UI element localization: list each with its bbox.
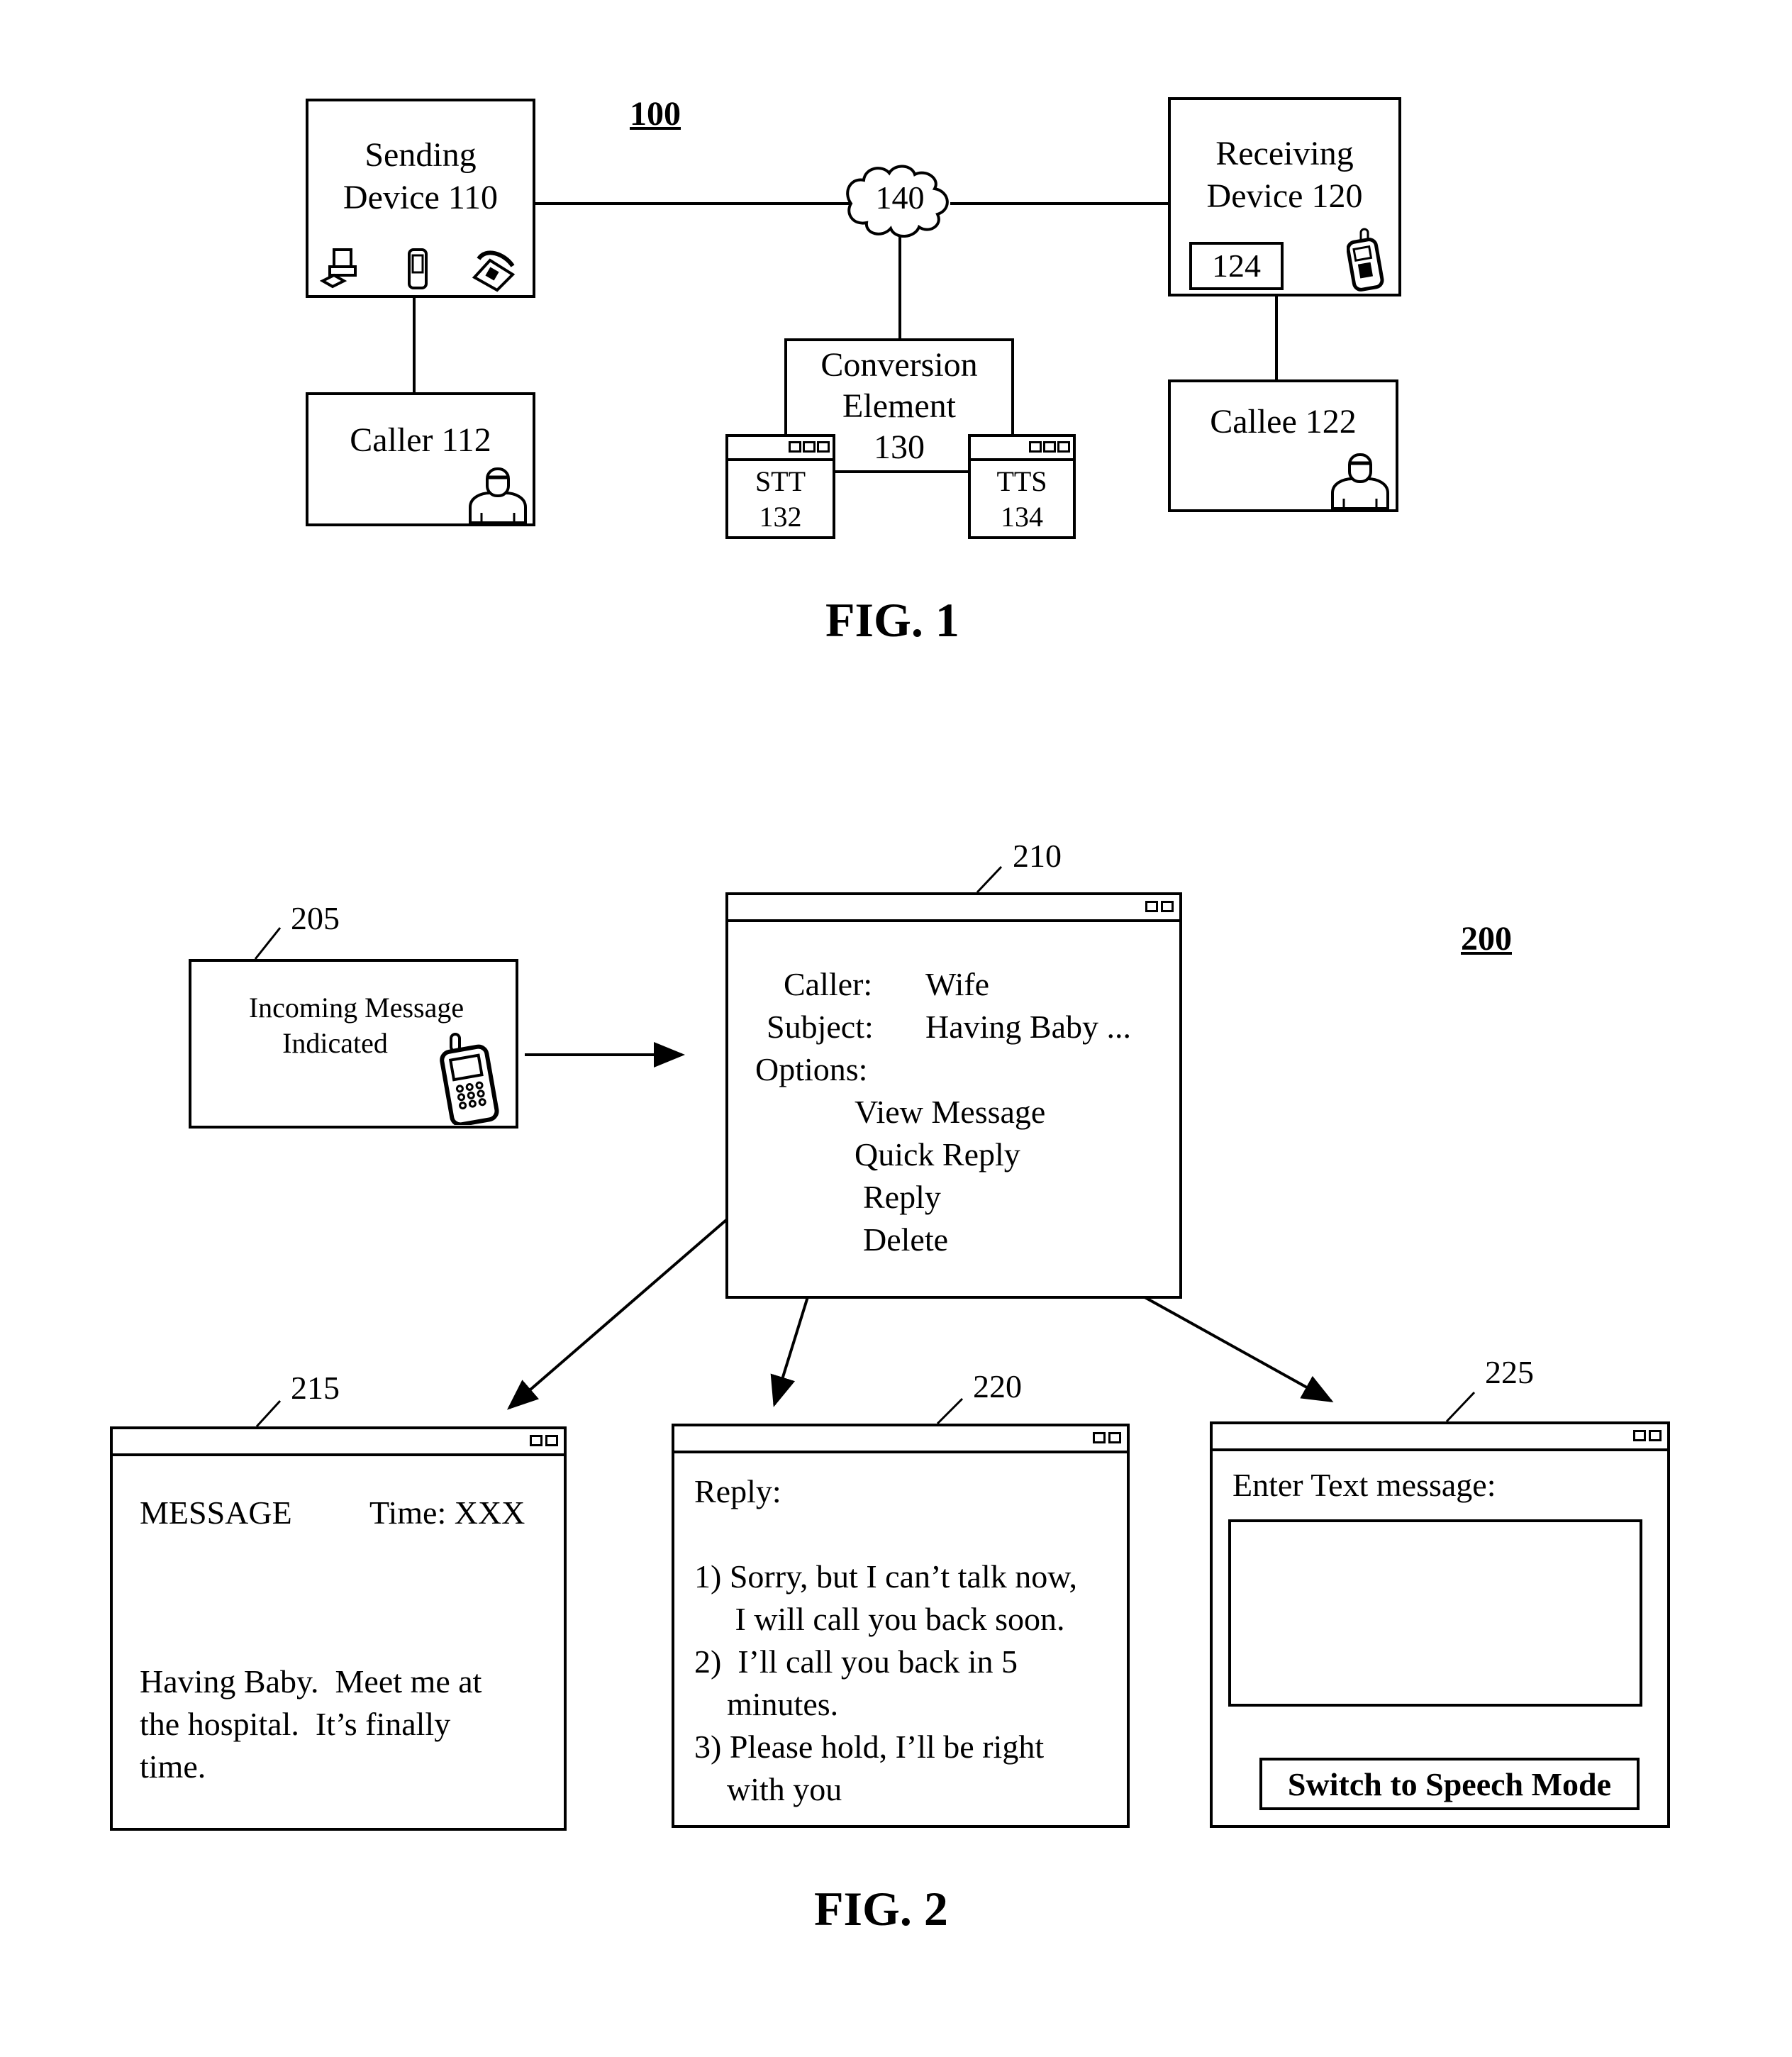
- incoming-label-1: Incoming Message: [248, 992, 464, 1024]
- stt-label: STT: [755, 465, 806, 497]
- window-button-icon: [817, 441, 830, 453]
- message-body-line-2: the hospital. It’s finally: [140, 1706, 451, 1742]
- text-message-input[interactable]: [1228, 1519, 1642, 1707]
- window-button-icon[interactable]: [1108, 1432, 1121, 1443]
- callee-box: Callee 122: [1168, 379, 1398, 512]
- options-window-title-bar: [728, 895, 1179, 922]
- quick-reply-window-title-bar: [674, 1426, 1127, 1453]
- ref-215: 215: [291, 1370, 340, 1406]
- reply-window-title-bar: [1213, 1424, 1667, 1451]
- quick-reply-title: Reply:: [694, 1473, 781, 1509]
- figure-2-caption: FIG. 2: [814, 1882, 948, 1936]
- reply-prompt: Enter Text message:: [1232, 1467, 1496, 1503]
- window-button-icon: [789, 441, 801, 453]
- option-delete[interactable]: Delete: [863, 1219, 948, 1261]
- stt-box: STT 132: [725, 434, 835, 539]
- receiving-device-label-1: Receiving: [1215, 135, 1354, 172]
- ref-225: 225: [1485, 1354, 1534, 1390]
- person-icon: [469, 467, 527, 524]
- message-header: MESSAGE: [140, 1495, 292, 1531]
- ref-220-leader: [936, 1397, 964, 1425]
- quick-reply-window: Reply: 1) Sorry, but I can’t talk now, I…: [672, 1424, 1130, 1828]
- tts-label: TTS: [996, 465, 1047, 497]
- window-button-icon[interactable]: [1633, 1430, 1646, 1441]
- quick-reply-option-2-cont[interactable]: minutes.: [694, 1683, 838, 1726]
- figure-ref-200: 200: [1461, 920, 1512, 958]
- component-124-box: 124: [1189, 242, 1284, 290]
- message-body-line-3: time.: [140, 1748, 206, 1785]
- window-button-icon: [803, 441, 816, 453]
- receiving-device-box: Receiving Device 120 124: [1168, 97, 1401, 296]
- reply-window: Enter Text message: Switch to Speech Mod…: [1210, 1421, 1670, 1828]
- ref-205: 205: [291, 900, 340, 936]
- quick-reply-option-1-cont[interactable]: I will call you back soon.: [694, 1598, 1065, 1641]
- desktop-computer-icon: [320, 248, 357, 289]
- sending-device-label-1: Sending: [364, 136, 477, 174]
- options-label: Options:: [755, 1051, 868, 1087]
- desk-telephone-icon: [472, 250, 516, 292]
- message-body-line-1: Having Baby. Meet me at: [140, 1663, 482, 1700]
- stt-title-bar: [728, 437, 833, 461]
- person-icon: [1331, 453, 1389, 510]
- network-label: 140: [875, 179, 925, 216]
- incoming-message-box: Incoming Message Indicated: [189, 959, 518, 1129]
- tts-box: TTS 134: [968, 434, 1076, 539]
- window-button-icon[interactable]: [1649, 1430, 1662, 1441]
- window-button-icon[interactable]: [530, 1435, 542, 1446]
- message-window-title-bar: [113, 1429, 564, 1456]
- quick-reply-option-1[interactable]: 1) Sorry, but I can’t talk now,: [694, 1556, 1077, 1598]
- options-window: Caller: Wife Subject: Having Baby ... Op…: [725, 892, 1182, 1299]
- caller-label: Caller 112: [350, 421, 491, 459]
- tts-ref: 134: [1001, 501, 1043, 533]
- component-124-label: 124: [1212, 248, 1261, 284]
- incoming-label-2: Indicated: [282, 1027, 388, 1059]
- window-button-icon[interactable]: [1093, 1432, 1106, 1443]
- receiving-device-label-2: Device 120: [1206, 177, 1363, 215]
- handheld-pda-icon: [408, 248, 428, 289]
- option-reply[interactable]: Reply: [863, 1176, 941, 1219]
- stt-ref: 132: [759, 501, 802, 533]
- ref-210: 210: [1013, 838, 1062, 874]
- ref-210-leader: [976, 865, 1003, 894]
- mobile-phone-icon: [1347, 228, 1384, 292]
- mobile-phone-icon: [440, 1033, 499, 1125]
- conversion-label-2: Element: [842, 387, 956, 425]
- window-button-icon: [1029, 441, 1042, 453]
- ref-215-leader: [255, 1399, 282, 1428]
- window-button-icon: [1057, 441, 1070, 453]
- window-button-icon[interactable]: [1145, 901, 1158, 912]
- caller-field-value: Wife: [925, 966, 990, 1002]
- caller-field-label: Caller:: [784, 966, 873, 1002]
- switch-to-speech-mode-button[interactable]: Switch to Speech Mode: [1259, 1758, 1640, 1810]
- subject-field-label: Subject:: [767, 1009, 874, 1045]
- quick-reply-option-3[interactable]: 3) Please hold, I’ll be right: [694, 1726, 1044, 1768]
- figure-ref-100: 100: [630, 95, 681, 133]
- message-time: Time: XXX: [369, 1495, 525, 1531]
- quick-reply-option-3-cont[interactable]: with you: [694, 1768, 842, 1811]
- window-button-icon[interactable]: [545, 1435, 558, 1446]
- conversion-label-1: Conversion: [820, 346, 978, 384]
- tts-title-bar: [971, 437, 1073, 461]
- message-window: MESSAGE Time: XXX Having Baby. Meet me a…: [110, 1426, 567, 1831]
- ref-205-leader: [254, 927, 282, 960]
- window-button-icon: [1043, 441, 1056, 453]
- sending-device-label-2: Device 110: [343, 179, 499, 216]
- ref-225-leader: [1445, 1391, 1476, 1423]
- window-button-icon[interactable]: [1161, 901, 1174, 912]
- figure-1-caption: FIG. 1: [825, 593, 959, 647]
- callee-label: Callee 122: [1210, 403, 1357, 440]
- ref-220: 220: [973, 1368, 1022, 1404]
- option-view-message[interactable]: View Message: [855, 1091, 1045, 1133]
- option-quick-reply[interactable]: Quick Reply: [855, 1133, 1020, 1176]
- quick-reply-option-2[interactable]: 2) I’ll call you back in 5: [694, 1641, 1018, 1683]
- caller-box: Caller 112: [306, 392, 535, 526]
- subject-field-value: Having Baby ...: [925, 1009, 1132, 1045]
- sending-device-box: Sending Device 110: [306, 99, 535, 298]
